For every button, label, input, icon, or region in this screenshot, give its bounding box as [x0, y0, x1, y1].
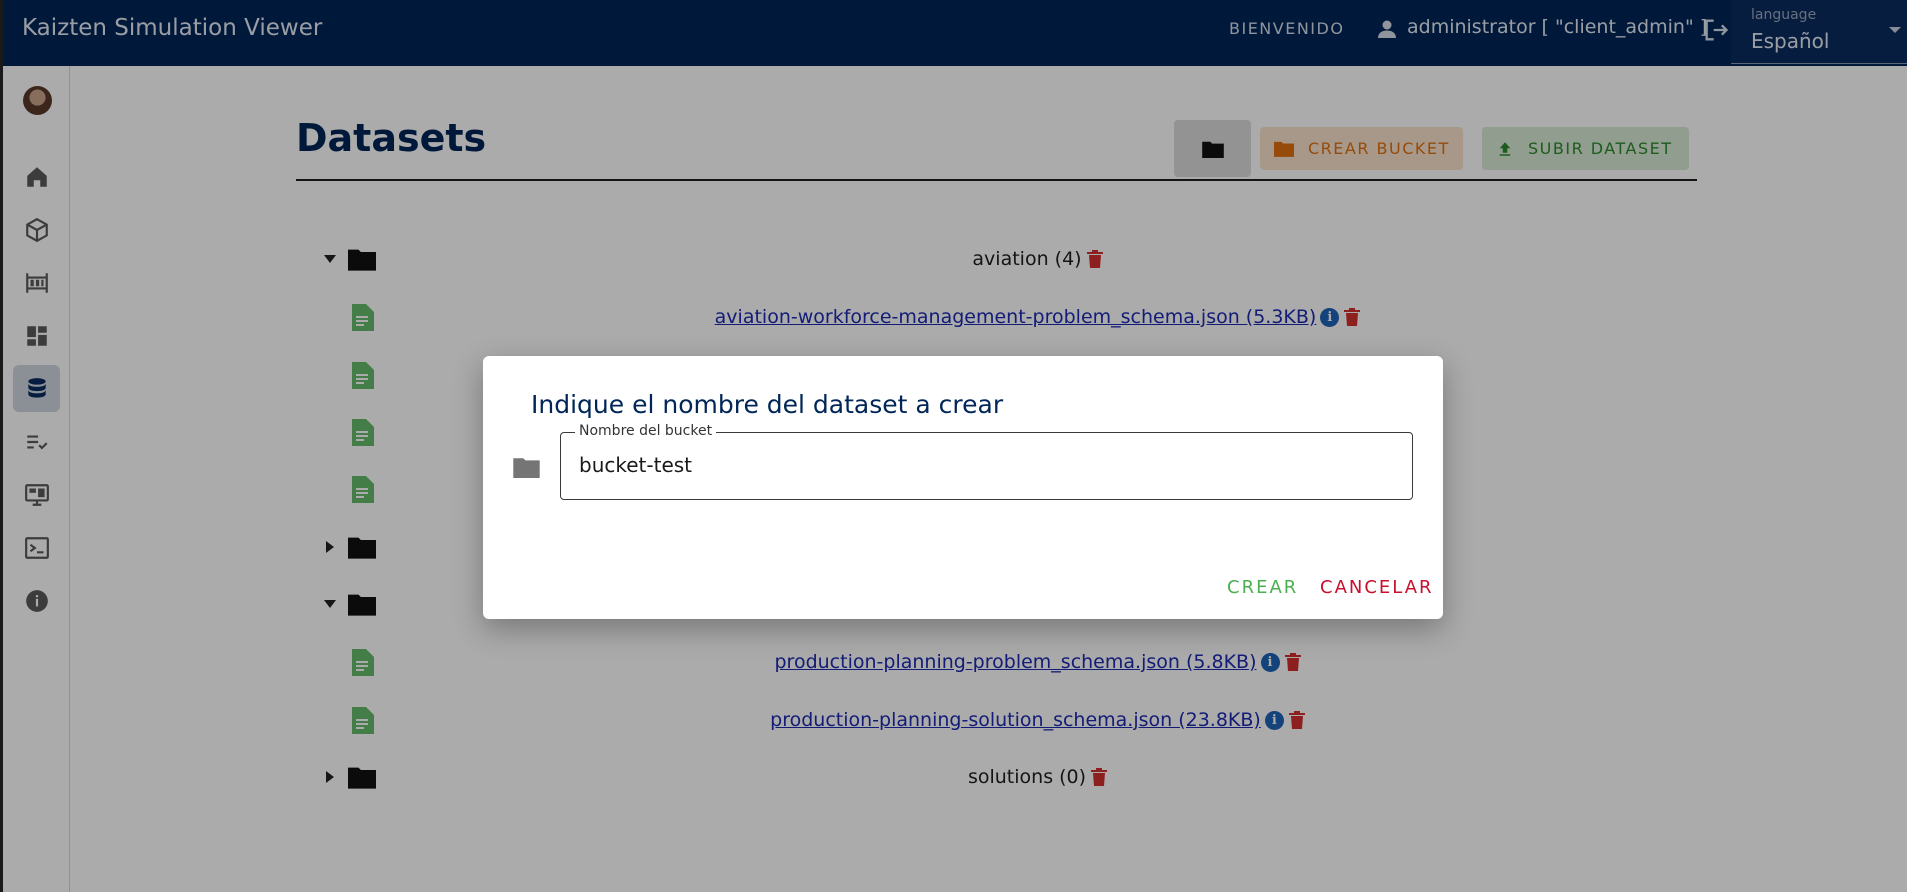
window-left-edge: [0, 0, 3, 892]
dialog-title: Indique el nombre del dataset a crear: [531, 390, 1004, 419]
create-bucket-dialog: Indique el nombre del dataset a crear No…: [483, 356, 1443, 619]
crear-button[interactable]: CREAR: [1227, 577, 1298, 598]
cancelar-button[interactable]: CANCELAR: [1320, 577, 1434, 598]
bucket-name-input[interactable]: [579, 453, 1379, 477]
bucket-name-field[interactable]: Nombre del bucket: [560, 423, 1413, 500]
bucket-name-label: Nombre del bucket: [575, 423, 717, 439]
folder-icon: [513, 458, 540, 478]
